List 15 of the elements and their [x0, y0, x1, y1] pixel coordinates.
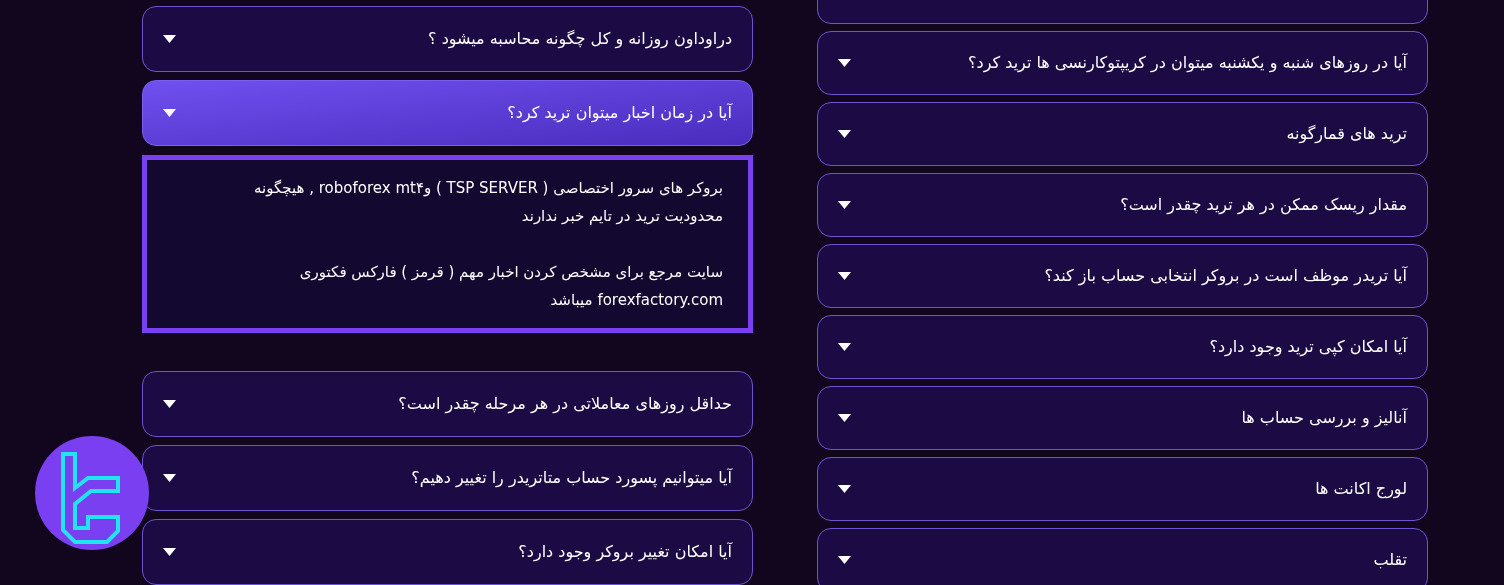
faq-question[interactable]: آنالیز و بررسی حساب ها: [817, 386, 1428, 450]
faq-question[interactable]: آیا امکان کپی ترید وجود دارد؟: [817, 315, 1428, 379]
faq-question[interactable]: آیا در روزهای شنبه و یکشنبه میتوان در کریپتوکارنسی ها ترید کرد؟: [817, 31, 1428, 95]
faq-question[interactable]: آیا میتوانیم پسورد حساب متاتریدر را تغییر دهیم؟: [142, 445, 753, 511]
faq-question[interactable]: حداقل روزهای معاملاتی در هر مرحله چقدر است؟: [142, 371, 753, 437]
faq-question[interactable]: آیا تریدر موظف است در بروکر انتخابی حساب باز کند؟: [817, 244, 1428, 308]
faq-question[interactable]: دراوداون روزانه و کل چگونه محاسبه میشود ؟: [142, 6, 753, 72]
answer-paragraph: سایت مرجع برای مشخص کردن اخبار مهم ( قرمز ) فارکس فکتوری forexfactory.com میباشد: [298, 262, 723, 311]
faq-question[interactable]: لورج اکانت ها: [817, 457, 1428, 521]
faq-question[interactable]: آیا در زمان اخبار میتوان ترید کرد؟: [142, 80, 753, 146]
answer-paragraph: بروکر های سرور اختصاصی ( TSP SERVER ) وroboforex mt۴ , هیچگونه محدودیت ترید در تایم خبر ندارند: [253, 178, 723, 227]
faq-question[interactable]: مقدار ریسک ممکن در هر ترید چقدر است؟: [817, 173, 1428, 237]
faq-question[interactable]: ترید های قمارگونه: [817, 102, 1428, 166]
faq-question[interactable]: آیا امکان تغییر بروکر وجود دارد؟: [142, 519, 753, 585]
faq-question[interactable]: تقلب: [817, 528, 1428, 585]
